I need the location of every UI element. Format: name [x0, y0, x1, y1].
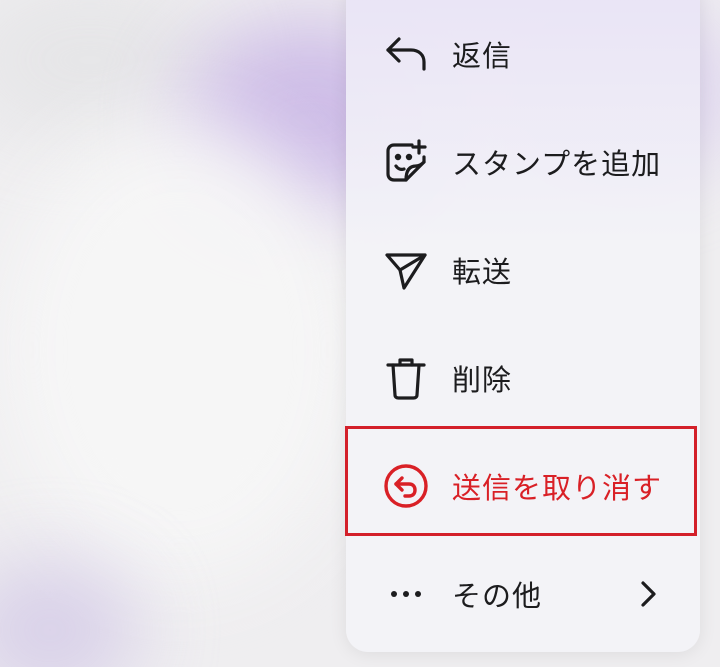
menu-item-forward[interactable]: 転送 — [346, 216, 700, 324]
menu-item-label: スタンプを追加 — [452, 147, 662, 181]
menu-item-label: その他 — [452, 579, 543, 613]
background-blur-blob — [0, 120, 360, 580]
menu-item-unsend[interactable]: 送信を取り消す — [346, 432, 700, 540]
menu-item-label: 削除 — [452, 363, 513, 397]
background-blur-blob — [0, 560, 140, 667]
chevron-right-icon — [636, 576, 660, 612]
more-dots-icon — [382, 570, 430, 618]
menu-item-label: 送信を取り消す — [452, 471, 663, 505]
trash-icon — [382, 354, 430, 402]
unsend-icon — [382, 462, 430, 510]
menu-item-delete[interactable]: 削除 — [346, 324, 700, 432]
menu-item-label: 転送 — [452, 255, 513, 289]
forward-send-icon — [382, 246, 430, 294]
menu-item-reply[interactable]: 返信 — [346, 0, 700, 108]
reply-arrow-icon — [382, 30, 430, 78]
add-sticker-icon — [382, 138, 430, 186]
menu-item-add-sticker[interactable]: スタンプを追加 — [346, 108, 700, 216]
message-context-menu: 返信 スタンプを追加 転送 削除 送信を取り消す その他 — [346, 0, 700, 652]
menu-item-more[interactable]: その他 — [346, 540, 700, 648]
menu-item-label: 返信 — [452, 39, 513, 73]
